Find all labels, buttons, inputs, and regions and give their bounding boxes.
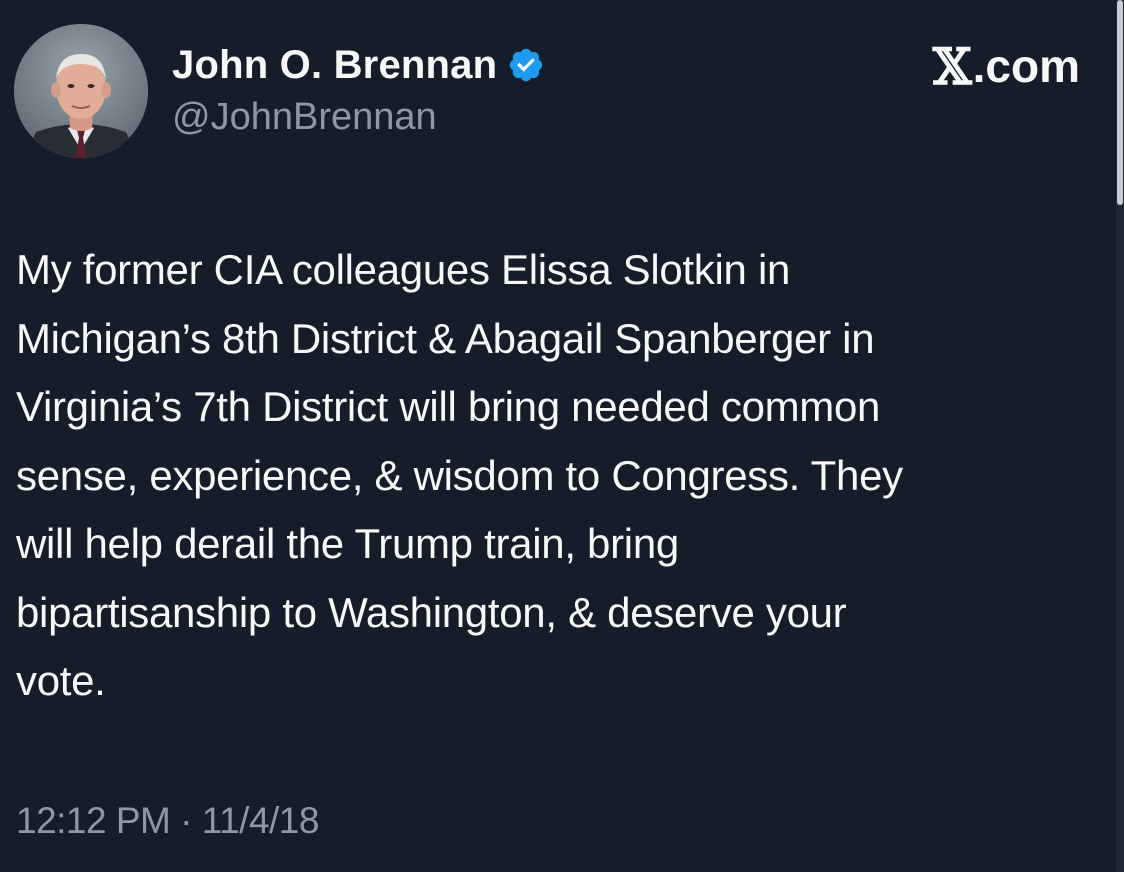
scrollbar-thumb[interactable] <box>1117 0 1123 205</box>
x-logo-icon: 𝕏 <box>932 36 972 96</box>
verified-badge-icon <box>507 46 545 84</box>
author-handle[interactable]: @JohnBrennan <box>172 96 437 139</box>
tweet-timestamp[interactable]: 12:12 PM · 11/4/18 <box>16 800 319 842</box>
tweet-body-text: My former CIA colleagues Elissa Slotkin … <box>16 246 903 704</box>
author-avatar[interactable] <box>14 24 148 158</box>
author-name-row: John O. Brennan <box>172 38 545 92</box>
author-display-name[interactable]: John O. Brennan <box>172 43 497 88</box>
brand-domain-label: .com <box>972 40 1080 92</box>
avatar-photo-icon <box>14 24 148 158</box>
scrollbar-track[interactable] <box>1116 0 1124 872</box>
x-com-watermark: 𝕏 .com <box>932 36 1080 96</box>
tweet-card: John O. Brennan @JohnBrennan 𝕏 .com My fo… <box>0 0 1124 872</box>
